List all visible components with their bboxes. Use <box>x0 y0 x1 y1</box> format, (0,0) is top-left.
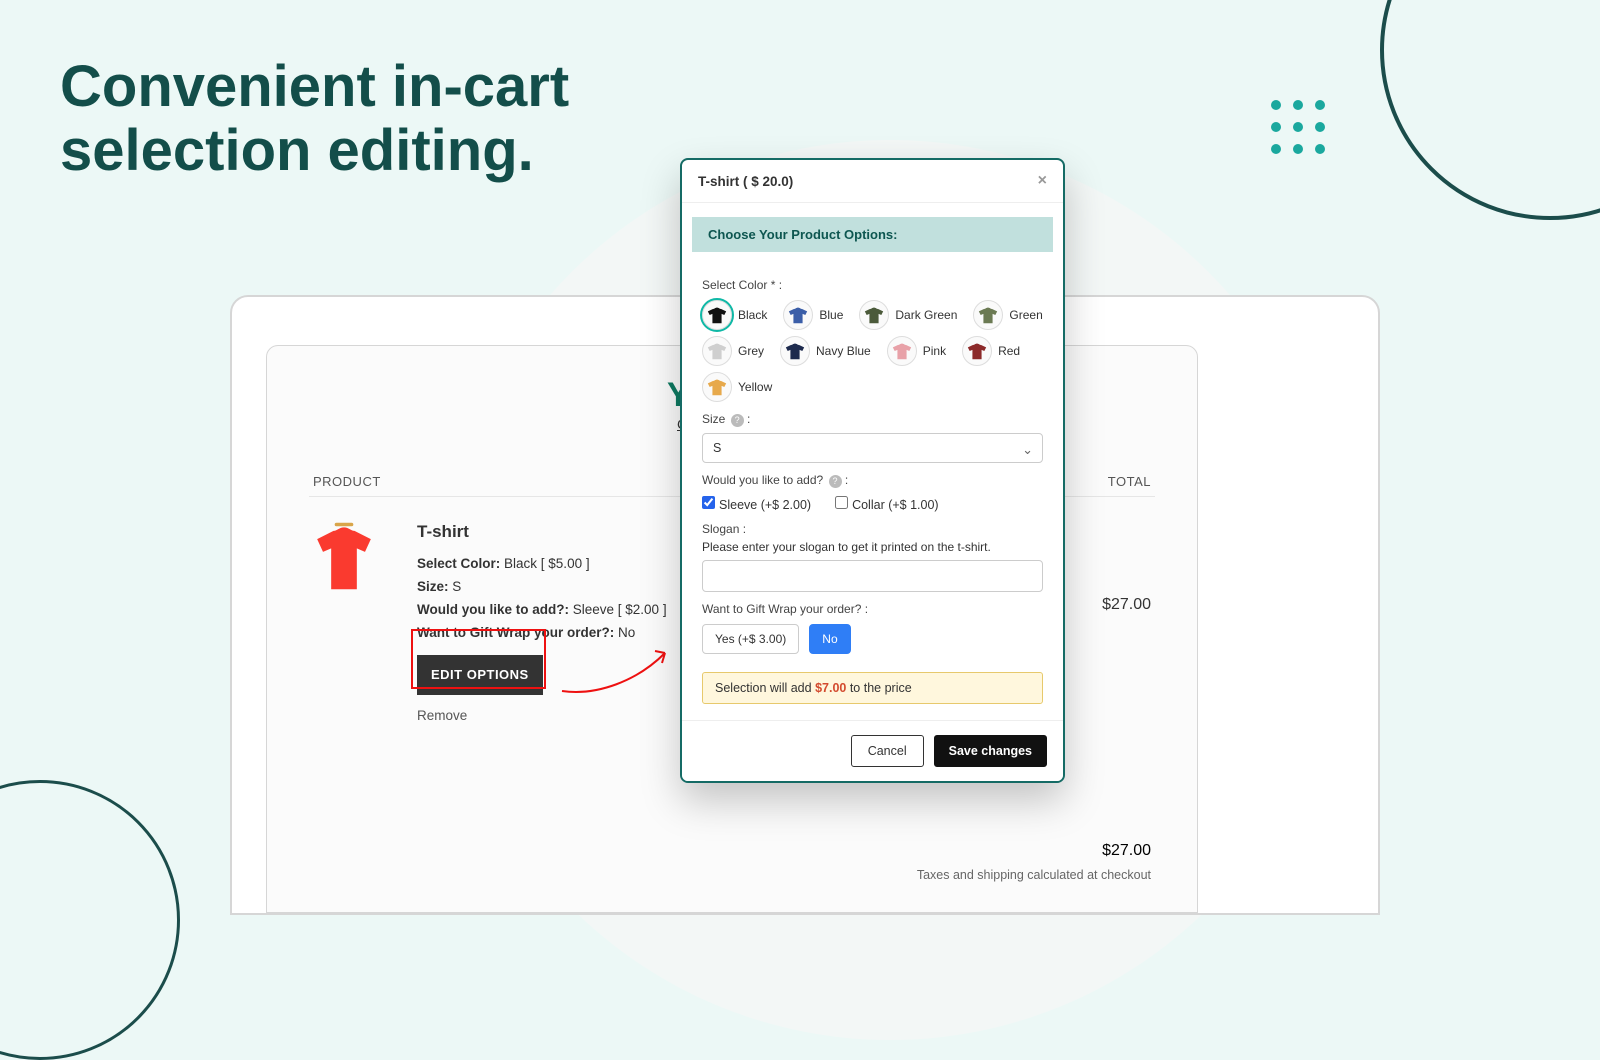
decorative-dots <box>1271 100 1325 154</box>
column-header-product: PRODUCT <box>313 474 381 489</box>
color-field-label: Select Color * : <box>702 278 1043 292</box>
slogan-input[interactable] <box>702 560 1043 592</box>
modal-banner: Choose Your Product Options: <box>692 217 1053 252</box>
giftwrap-field-label: Want to Gift Wrap your order? : <box>702 602 1043 616</box>
decorative-ring-bottom <box>0 780 180 1060</box>
giftwrap-no-button[interactable]: No <box>809 624 850 654</box>
size-select[interactable]: S <box>702 433 1043 463</box>
slogan-hint: Please enter your slogan to get it print… <box>702 540 1043 554</box>
shipping-note: Taxes and shipping calculated at checkou… <box>917 868 1151 882</box>
addons-field-label: Would you like to add? ? : <box>702 473 1043 488</box>
addon-sleeve-checkbox[interactable]: Sleeve (+$ 2.00) <box>702 496 811 512</box>
column-header-total: TOTAL <box>1108 474 1151 489</box>
save-button[interactable]: Save changes <box>934 735 1047 767</box>
highlight-annotation <box>411 629 546 689</box>
modal-title: T-shirt ( $ 20.0) <box>698 174 793 189</box>
color-swatch-yellow[interactable]: Yellow <box>702 372 772 402</box>
decorative-ring-top <box>1380 0 1600 220</box>
price-delta-banner: Selection will add $7.00 to the price <box>702 672 1043 704</box>
size-value: S <box>449 579 462 594</box>
giftwrap-yes-button[interactable]: Yes (+$ 3.00) <box>702 624 799 654</box>
product-thumbnail <box>309 516 379 596</box>
page-title: Convenient in-cart selection editing. <box>60 55 660 183</box>
color-swatch-pink[interactable]: Pink <box>887 336 946 366</box>
color-swatch-red[interactable]: Red <box>962 336 1020 366</box>
color-value: Black [ $5.00 ] <box>500 556 589 571</box>
size-field-label: Size ? : <box>702 412 1043 427</box>
cancel-button[interactable]: Cancel <box>851 735 924 767</box>
color-swatch-navy-blue[interactable]: Navy Blue <box>780 336 871 366</box>
remove-link[interactable]: Remove <box>417 705 667 728</box>
color-swatch-group: Black Blue Dark Green Green Grey Navy Bl… <box>702 300 1043 402</box>
addon-collar-checkbox[interactable]: Collar (+$ 1.00) <box>835 496 939 512</box>
color-swatch-grey[interactable]: Grey <box>702 336 764 366</box>
addon-label: Would you like to add?: <box>417 602 569 617</box>
color-swatch-black[interactable]: Black <box>702 300 767 330</box>
arrow-annotation <box>557 641 677 701</box>
slogan-field-label: Slogan : <box>702 522 1043 536</box>
help-icon[interactable]: ? <box>829 475 842 488</box>
color-swatch-blue[interactable]: Blue <box>783 300 843 330</box>
close-icon[interactable]: × <box>1038 172 1047 190</box>
cart-subtotal: $27.00 <box>1102 842 1151 860</box>
line-total: $27.00 <box>1102 596 1151 614</box>
color-swatch-dark-green[interactable]: Dark Green <box>859 300 957 330</box>
product-name: T-shirt <box>417 518 667 547</box>
edit-options-modal: T-shirt ( $ 20.0) × Choose Your Product … <box>680 158 1065 783</box>
size-label: Size: <box>417 579 449 594</box>
help-icon[interactable]: ? <box>731 414 744 427</box>
addon-value: Sleeve [ $2.00 ] <box>569 602 667 617</box>
color-swatch-green[interactable]: Green <box>973 300 1042 330</box>
color-label: Select Color: <box>417 556 500 571</box>
wrap-value: No <box>614 625 635 640</box>
